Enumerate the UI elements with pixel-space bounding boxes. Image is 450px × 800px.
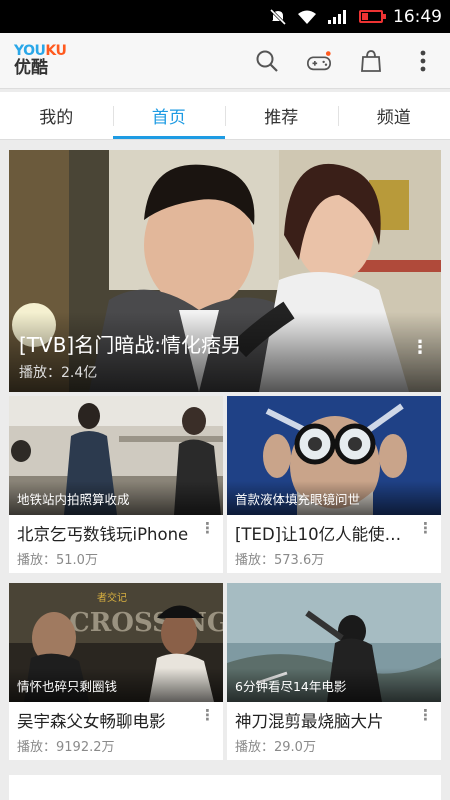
video-caption: 情怀也碎只剩圈钱 — [17, 679, 118, 694]
featured-play-count: 播放：2.4亿 — [19, 365, 98, 381]
tab-home[interactable]: 首页 — [112, 92, 226, 139]
youku-logo[interactable]: YOUKU 优酷 — [14, 43, 67, 78]
video-play-count: 播放：573.6万 — [235, 553, 325, 568]
battery-icon — [359, 10, 386, 23]
video-meta: 北京乞丐数钱玩iPhone 播放：51.0万 ⋮ — [9, 515, 223, 573]
shopping-bag-icon[interactable] — [358, 48, 384, 74]
video-thumbnail: 6分钟看尽14年电影 — [227, 583, 441, 702]
more-options-icon[interactable]: ⋮ — [418, 706, 433, 724]
status-bar: 16:49 — [0, 0, 450, 33]
tab-channels[interactable]: 频道 — [337, 92, 450, 139]
search-icon[interactable] — [254, 48, 280, 74]
video-card[interactable]: CROSSING 者交记 情怀也碎只剩圈钱 吴宇森父女畅聊电影 播放：9192.… — [9, 583, 223, 760]
status-time: 16:49 — [393, 6, 442, 27]
next-section-header — [9, 775, 441, 800]
video-card[interactable]: 地铁站内拍照算收成 北京乞丐数钱玩iPhone 播放：51.0万 ⋮ — [9, 396, 223, 573]
more-options-icon[interactable]: ⋮ — [411, 337, 429, 358]
svg-text:者交记: 者交记 — [97, 591, 127, 604]
signal-icon — [327, 9, 349, 25]
more-options-icon[interactable]: ⋮ — [200, 519, 215, 537]
video-card[interactable]: 首款液体填充眼镜问世 [TED]让10亿人能使用眼镜 播放：573.6万 ⋮ — [227, 396, 441, 573]
tab-mine[interactable]: 我的 — [0, 92, 113, 139]
video-title: 神刀混剪最烧脑大片 — [235, 712, 384, 731]
more-options-icon[interactable]: ⋮ — [200, 706, 215, 724]
more-options-icon[interactable]: ⋮ — [418, 519, 433, 537]
video-meta: 神刀混剪最烧脑大片 播放：29.0万 ⋮ — [227, 702, 441, 760]
video-play-count: 播放：9192.2万 — [17, 740, 115, 755]
video-play-count: 播放：29.0万 — [235, 740, 316, 755]
logo-chinese: 优酷 — [14, 58, 48, 78]
video-meta: [TED]让10亿人能使用眼镜 播放：573.6万 ⋮ — [227, 515, 441, 573]
tab-recommend[interactable]: 推荐 — [225, 92, 338, 139]
featured-title: [TVB]名门暗战:情化痞男 — [19, 333, 241, 357]
video-title: 北京乞丐数钱玩iPhone — [17, 525, 189, 544]
svg-text:CROSSING: CROSSING — [69, 608, 223, 638]
mute-icon — [269, 8, 287, 26]
top-tabs: 我的 首页 推荐 频道 — [0, 92, 450, 140]
logo-wordmark: YOUKU — [14, 43, 67, 59]
video-title: 吴宇森父女畅聊电影 — [17, 712, 166, 731]
game-icon[interactable] — [306, 48, 332, 74]
video-thumbnail: CROSSING 者交记 情怀也碎只剩圈钱 — [9, 583, 223, 702]
wifi-icon — [297, 9, 317, 25]
header-actions — [254, 48, 436, 74]
more-vert-icon[interactable] — [410, 48, 436, 74]
app-header: YOUKU 优酷 — [0, 33, 450, 89]
video-thumbnail: 地铁站内拍照算收成 — [9, 396, 223, 515]
video-caption: 6分钟看尽14年电影 — [235, 679, 347, 694]
video-thumbnail: 首款液体填充眼镜问世 — [227, 396, 441, 515]
video-caption: 首款液体填充眼镜问世 — [235, 492, 361, 507]
video-card[interactable]: 6分钟看尽14年电影 神刀混剪最烧脑大片 播放：29.0万 ⋮ — [227, 583, 441, 760]
video-meta: 吴宇森父女畅聊电影 播放：9192.2万 ⋮ — [9, 702, 223, 760]
video-grid: 地铁站内拍照算收成 北京乞丐数钱玩iPhone 播放：51.0万 ⋮ 首款液体填… — [9, 396, 441, 760]
video-feed: [TVB]名门暗战:情化痞男 播放：2.4亿 ⋮ 地铁站内拍照算收成 北京乞丐数… — [9, 150, 441, 760]
featured-video[interactable]: [TVB]名门暗战:情化痞男 播放：2.4亿 ⋮ — [9, 150, 441, 392]
video-caption: 地铁站内拍照算收成 — [17, 492, 130, 507]
video-play-count: 播放：51.0万 — [17, 553, 98, 568]
video-title: [TED]让10亿人能使用眼镜 — [235, 525, 411, 544]
